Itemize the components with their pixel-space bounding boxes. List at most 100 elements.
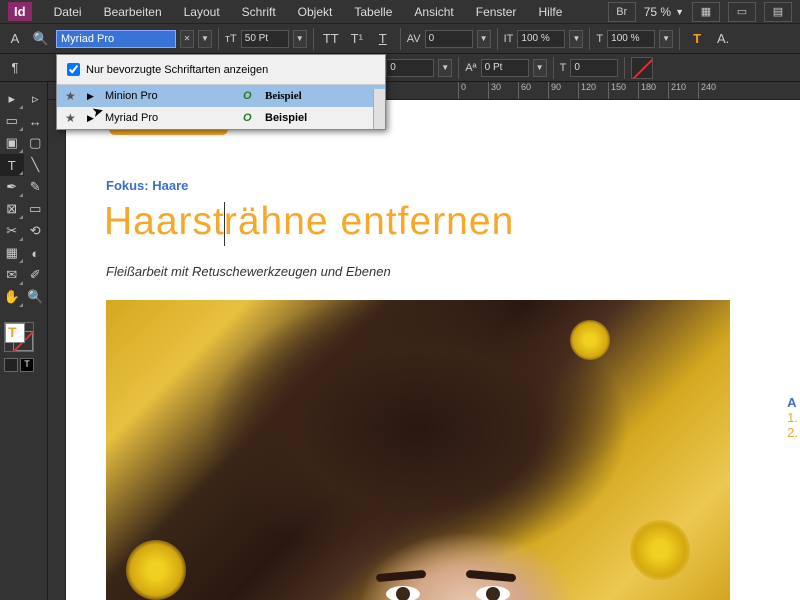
star-icon[interactable]: ★ — [65, 89, 79, 103]
char-style-icon[interactable]: A. — [712, 28, 734, 50]
scrollbar[interactable] — [373, 89, 385, 129]
font-family-input[interactable] — [56, 30, 176, 48]
vscale-input[interactable] — [517, 30, 565, 48]
fill-stroke-swatch[interactable]: T — [4, 322, 34, 352]
kerning-icon: AV — [407, 33, 421, 45]
tracking-input[interactable] — [386, 59, 434, 77]
font-dropdown-panel: Nur bevorzugte Schriftarten anzeigen ★ ▶… — [56, 54, 386, 130]
gap-tool[interactable]: ↔ — [24, 110, 48, 132]
list-number: 1. — [787, 410, 798, 425]
subheadline-text: Fleißarbeit mit Retuschewerkzeugen und E… — [106, 264, 391, 279]
ruler-tick: 120 — [578, 82, 596, 99]
font-item-myriad[interactable]: ★ ▶ Myriad Pro O Beispiel — [57, 107, 385, 129]
selection-tool[interactable]: ▸ — [0, 88, 24, 110]
menu-bearbeiten[interactable]: Bearbeiten — [94, 1, 172, 23]
page-tool[interactable]: ▭ — [0, 110, 24, 132]
menu-schrift[interactable]: Schrift — [232, 1, 286, 23]
favorites-label: Nur bevorzugte Schriftarten anzeigen — [86, 64, 268, 76]
menu-datei[interactable]: Datei — [44, 1, 92, 23]
gradient-swatch-tool[interactable]: ▦ — [0, 242, 24, 264]
fill-color-icon[interactable]: T — [686, 28, 708, 50]
ruler-tick: 90 — [548, 82, 561, 99]
menu-layout[interactable]: Layout — [174, 1, 230, 23]
zoom-tool[interactable]: 🔍 — [24, 286, 48, 308]
list-number: 2. — [787, 425, 798, 440]
ruler-tick: 30 — [488, 82, 501, 99]
search-icon[interactable]: 🔍 — [30, 28, 52, 50]
superscript-icon[interactable]: T¹ — [346, 28, 368, 50]
scissors-tool[interactable]: ✂ — [0, 220, 24, 242]
kerning-dropdown[interactable]: ▼ — [477, 30, 491, 48]
expand-icon[interactable]: ▶ — [87, 91, 97, 102]
direct-selection-tool[interactable]: ▹ — [24, 88, 48, 110]
view-options-icon[interactable]: ▦ — [692, 2, 720, 22]
menu-ansicht[interactable]: Ansicht — [404, 1, 463, 23]
vscale-icon: IT — [504, 33, 514, 45]
font-item-minion[interactable]: ★ ▶ Minion Pro O Beispiel — [57, 85, 385, 107]
font-sample: Beispiel — [265, 90, 302, 102]
character-format-icon[interactable]: A — [4, 28, 26, 50]
content-collector-tool[interactable]: ▣ — [0, 132, 24, 154]
formatting-text-icon[interactable]: T — [20, 358, 34, 372]
font-clear-icon[interactable]: ✕ — [180, 30, 194, 48]
type-tool[interactable]: T — [0, 154, 24, 176]
hscale-icon: T — [596, 33, 603, 45]
screen-mode-icon[interactable]: ▭ — [728, 2, 756, 22]
apply-color-icon[interactable] — [4, 358, 18, 372]
frame-tool[interactable]: ⊠ — [0, 198, 24, 220]
menu-tabelle[interactable]: Tabelle — [344, 1, 402, 23]
para-format-icon[interactable]: ¶ — [4, 57, 26, 79]
ruler-tick: 150 — [608, 82, 626, 99]
allcaps-icon[interactable]: TT — [320, 28, 342, 50]
rectangle-tool[interactable]: ▭ — [24, 198, 48, 220]
menu-objekt[interactable]: Objekt — [288, 1, 343, 23]
baseline-input[interactable] — [481, 59, 529, 77]
fokus-label: Fokus: Haare — [106, 178, 188, 193]
line-tool[interactable]: ╲ — [24, 154, 48, 176]
kerning-input[interactable] — [425, 30, 473, 48]
menu-bar: Id Datei Bearbeiten Layout Schrift Objek… — [0, 0, 800, 24]
stroke-none-icon[interactable] — [631, 57, 653, 79]
font-name: Minion Pro — [105, 90, 235, 102]
pen-tool[interactable]: ✒ — [0, 176, 24, 198]
arrange-icon[interactable]: ▤ — [764, 2, 792, 22]
font-name: Myriad Pro — [105, 112, 235, 124]
tracking-dropdown[interactable]: ▼ — [438, 59, 452, 77]
favorites-checkbox[interactable] — [67, 63, 80, 76]
vertical-ruler[interactable] — [48, 100, 66, 600]
size-dropdown-arrow[interactable]: ▼ — [293, 30, 307, 48]
gradient-feather-tool[interactable]: ◐ — [24, 242, 48, 264]
document-page[interactable]: How-to Fokus: Haare Haarsträhne entferne… — [66, 100, 800, 600]
content-placer-tool[interactable]: ▢ — [24, 132, 48, 154]
font-size-input[interactable] — [241, 30, 289, 48]
pencil-tool[interactable]: ✎ — [24, 176, 48, 198]
sidebar-heading: A — [787, 395, 798, 410]
eyedropper-tool[interactable]: ✐ — [24, 264, 48, 286]
chevron-down-icon: ▼ — [675, 7, 684, 17]
transform-tool[interactable]: ⟲ — [24, 220, 48, 242]
article-image — [106, 300, 730, 600]
underline-icon[interactable]: T — [372, 28, 394, 50]
bridge-button[interactable]: Br — [608, 2, 636, 22]
menu-fenster[interactable]: Fenster — [466, 1, 527, 23]
ruler-tick: 210 — [668, 82, 686, 99]
font-dropdown-arrow[interactable]: ▼ — [198, 30, 212, 48]
ruler-tick: 180 — [638, 82, 656, 99]
menu-hilfe[interactable]: Hilfe — [528, 1, 572, 23]
vscale-dropdown[interactable]: ▼ — [569, 30, 583, 48]
font-sample: Beispiel — [265, 112, 307, 124]
tool-panel: ▸▹ ▭↔ ▣▢ T╲ ✒✎ ⊠▭ ✂⟲ ▦◐ ✉✐ ✋🔍 T T — [0, 82, 48, 600]
font-size-icon: тT — [225, 33, 237, 45]
control-panel-row1: A 🔍 ✕ ▼ тT ▼ TT T¹ T AV ▼ IT ▼ T ▼ T A. — [0, 24, 800, 54]
baseline-dropdown[interactable]: ▼ — [533, 59, 547, 77]
opentype-icon: O — [243, 90, 257, 102]
zoom-level[interactable]: 75 % ▼ — [644, 5, 684, 19]
headline-text[interactable]: Haarsträhne entfernen — [104, 200, 514, 246]
hand-tool[interactable]: ✋ — [0, 286, 24, 308]
star-icon[interactable]: ★ — [65, 111, 79, 125]
hscale-dropdown[interactable]: ▼ — [659, 30, 673, 48]
note-tool[interactable]: ✉ — [0, 264, 24, 286]
font-filter-row[interactable]: Nur bevorzugte Schriftarten anzeigen — [57, 55, 385, 85]
hscale-input[interactable] — [607, 30, 655, 48]
skew-input[interactable] — [570, 59, 618, 77]
